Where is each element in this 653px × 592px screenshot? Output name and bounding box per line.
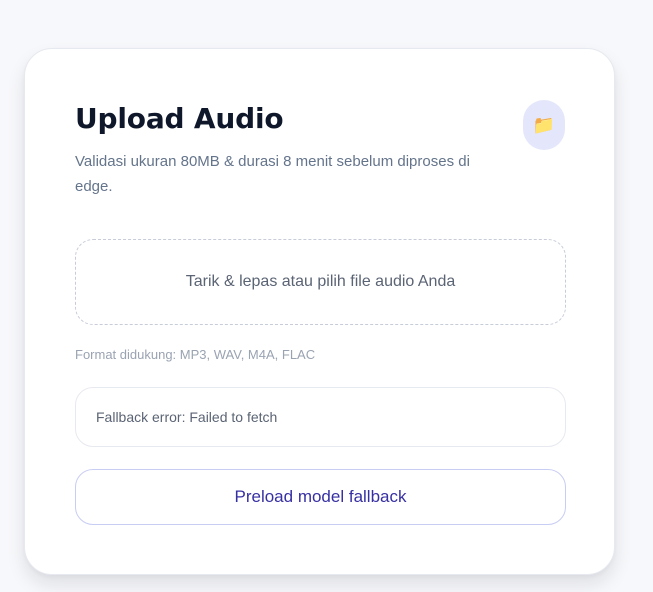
dropzone-label: Tarik & lepas atau pilih file audio Anda [185,273,456,290]
folder-icon-button[interactable]: 📁 [523,100,565,150]
fallback-error-message: Fallback error: Failed to fetch [75,387,566,447]
supported-formats-text: Format didukung: MP3, WAV, M4A, FLAC [75,347,316,362]
folder-icon: 📁 [532,114,556,136]
upload-audio-card: Upload Audio 📁 Validasi ukuran 80MB & du… [24,48,615,575]
error-text: Fallback error: Failed to fetch [96,409,278,425]
upload-description: Validasi ukuran 80MB & durasi 8 menit se… [75,153,470,195]
preload-model-fallback-button[interactable]: Preload model fallback [75,469,566,525]
audio-dropzone[interactable]: Tarik & lepas atau pilih file audio Anda [75,239,566,325]
page-title: Upload Audio [75,102,284,135]
